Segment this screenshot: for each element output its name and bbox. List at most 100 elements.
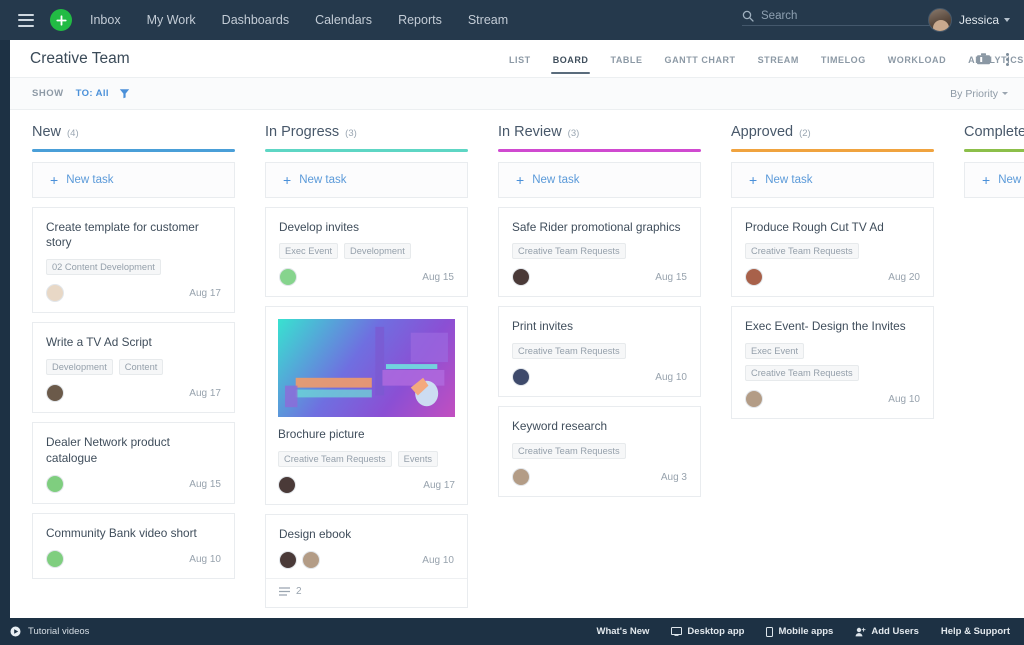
avatar[interactable] (46, 550, 64, 569)
avatar[interactable] (46, 284, 64, 303)
tab-table[interactable]: TABLE (599, 43, 653, 76)
nav-link-stream[interactable]: Stream (468, 13, 508, 27)
create-new-button[interactable] (50, 9, 72, 31)
avatar[interactable] (512, 468, 530, 487)
task-card[interactable]: Dealer Network product catalogue Aug 15 (32, 422, 235, 505)
task-card[interactable]: Community Bank video short Aug 10 (32, 513, 235, 580)
due-date: Aug 10 (189, 553, 221, 565)
tab-gantt-chart[interactable]: GANTT CHART (654, 43, 747, 76)
footer-desktop-app[interactable]: Desktop app (671, 626, 744, 637)
new-task-button[interactable]: + New task (265, 161, 468, 198)
nav-link-calendars[interactable]: Calendars (315, 13, 372, 27)
assignee-avatars (512, 468, 530, 487)
footer-whats-new[interactable]: What's New (596, 626, 649, 637)
task-tag[interactable]: Development (46, 359, 113, 376)
task-card[interactable]: Exec Event- Design the Invites Exec Even… (731, 306, 934, 420)
user-menu[interactable]: Jessica (927, 8, 1010, 32)
task-tag[interactable]: Exec Event (279, 243, 339, 260)
add-user-icon (855, 627, 866, 636)
avatar[interactable] (745, 268, 763, 287)
footer-label: Desktop app (687, 626, 745, 637)
tab-board[interactable]: BOARD (542, 43, 600, 76)
task-tag[interactable]: Exec Event (745, 343, 805, 360)
column-count: (2) (799, 128, 811, 139)
tab-list[interactable]: LIST (498, 43, 542, 76)
task-card[interactable]: Keyword research Creative Team Requests … (498, 406, 701, 498)
task-tags: Creative Team Requests (512, 443, 687, 460)
task-title: Keyword research (512, 419, 608, 434)
sort-dropdown[interactable]: By Priority (950, 88, 1008, 100)
task-tag[interactable]: Creative Team Requests (512, 443, 626, 460)
task-tag[interactable]: Creative Team Requests (745, 365, 859, 382)
task-tag[interactable]: Events (397, 451, 439, 468)
play-circle-icon (10, 626, 21, 637)
task-card[interactable]: Safe Rider promotional graphics Creative… (498, 206, 701, 298)
phone-icon (766, 626, 774, 637)
hamburger-menu-icon[interactable] (18, 13, 34, 27)
kanban-board: New (4) + New task Create template for c… (10, 110, 1024, 618)
avatar[interactable] (302, 551, 320, 570)
due-date: Aug 17 (423, 479, 455, 491)
tab-timelog[interactable]: TIMELOG (810, 43, 877, 76)
board-column-new: New (4) + New task Create template for c… (32, 124, 265, 617)
page-title: Creative Team (30, 49, 130, 67)
nav-link-my-work[interactable]: My Work (147, 13, 196, 27)
task-card[interactable]: Create template for customer story 02 Co… (32, 206, 235, 314)
avatar[interactable] (46, 384, 64, 403)
board-column-in-progress: In Progress (3) + New task Develop invit… (265, 124, 498, 617)
task-tag[interactable]: Content (118, 359, 164, 376)
task-card[interactable]: Design ebook Aug 10 2 (265, 514, 468, 609)
chevron-down-icon (1004, 18, 1010, 22)
new-task-button[interactable]: + New task (964, 161, 1024, 198)
search-input[interactable] (761, 10, 934, 22)
tutorial-videos-button[interactable]: Tutorial videos (10, 626, 89, 637)
new-task-button[interactable]: + New task (731, 161, 934, 198)
nav-link-inbox[interactable]: Inbox (90, 13, 121, 27)
avatar[interactable] (279, 268, 297, 287)
task-tag[interactable]: Creative Team Requests (512, 343, 626, 360)
new-task-label: New task (998, 173, 1024, 186)
avatar[interactable] (512, 268, 530, 287)
task-tag[interactable]: Development (344, 243, 411, 260)
avatar[interactable] (278, 476, 296, 495)
task-tag[interactable]: Creative Team Requests (745, 243, 859, 260)
assignee-avatars (745, 268, 763, 287)
search-box[interactable] (742, 10, 934, 26)
tab-workload[interactable]: WORKLOAD (877, 43, 957, 76)
footer-mobile-apps[interactable]: Mobile apps (766, 626, 833, 637)
task-tag[interactable]: 02 Content Development (46, 259, 161, 276)
tab-stream[interactable]: STREAM (747, 43, 810, 76)
task-card[interactable]: Develop invites Exec Event Development A… (265, 206, 468, 298)
task-tags: 02 Content Development (46, 259, 221, 276)
plus-icon (55, 14, 67, 26)
footer-add-users[interactable]: Add Users (855, 626, 919, 637)
kebab-menu-icon[interactable] (1001, 49, 1014, 70)
new-task-button[interactable]: + New task (32, 161, 235, 198)
filter-to-all[interactable]: TO: All (76, 88, 109, 99)
new-task-button[interactable]: + New task (498, 161, 701, 198)
avatar[interactable] (512, 368, 530, 387)
task-title: Print invites (512, 319, 573, 334)
task-card[interactable]: Produce Rough Cut TV Ad Creative Team Re… (731, 206, 934, 298)
column-accent-bar (265, 149, 468, 152)
board-columns: New (4) + New task Create template for c… (10, 124, 1024, 617)
column-header: Approved (2) (731, 124, 934, 149)
subtask-summary[interactable]: 2 (266, 578, 467, 597)
task-footer: Aug 15 (46, 475, 221, 494)
avatar[interactable] (279, 551, 297, 570)
task-tag[interactable]: Creative Team Requests (512, 243, 626, 260)
briefcase-icon[interactable] (976, 52, 991, 66)
nav-link-dashboards[interactable]: Dashboards (222, 13, 289, 27)
tutorial-videos-label: Tutorial videos (28, 626, 90, 637)
footer-help-support[interactable]: Help & Support (941, 626, 1010, 637)
funnel-icon[interactable] (119, 88, 130, 99)
task-card[interactable]: Write a TV Ad Script Development Content… (32, 322, 235, 414)
avatar[interactable] (745, 390, 763, 409)
task-card[interactable]: Print invites Creative Team Requests Aug… (498, 306, 701, 398)
task-tag[interactable]: Creative Team Requests (278, 451, 392, 468)
nav-link-reports[interactable]: Reports (398, 13, 442, 27)
avatar[interactable] (46, 475, 64, 494)
chevron-down-icon (1002, 92, 1008, 95)
task-tags: Development Content (46, 359, 221, 376)
task-card[interactable]: Brochure picture Creative Team Requests … (265, 306, 468, 506)
